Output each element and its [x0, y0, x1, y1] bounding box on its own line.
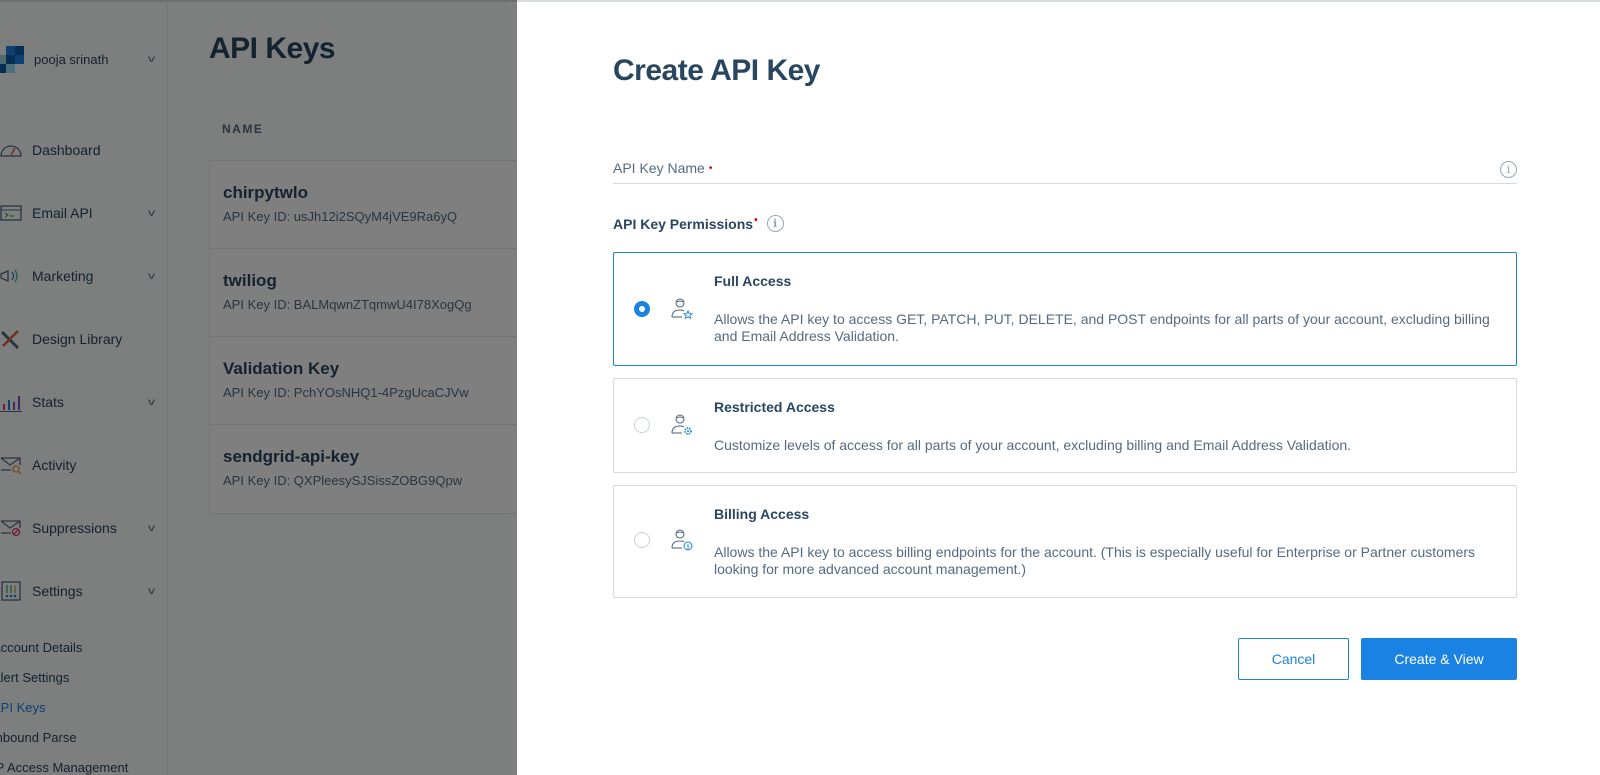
- api-key-name-field: API Key Name • i: [613, 152, 1517, 184]
- required-indicator: •: [754, 215, 758, 226]
- api-key-name-input[interactable]: [613, 152, 1483, 182]
- svg-text:$: $: [686, 544, 690, 551]
- option-title: Restricted Access: [714, 399, 835, 415]
- create-and-view-button[interactable]: Create & View: [1361, 638, 1517, 680]
- radio-billing-access[interactable]: [634, 532, 650, 548]
- radio-full-access[interactable]: [634, 301, 650, 317]
- option-description: Allows the API key to access billing end…: [714, 544, 1476, 577]
- user-gear-icon: [670, 413, 694, 437]
- cancel-button[interactable]: Cancel: [1238, 638, 1349, 680]
- user-dollar-icon: $: [670, 528, 694, 552]
- option-description: Customize levels of access for all parts…: [714, 437, 1352, 453]
- drawer-title: Create API Key: [613, 54, 820, 87]
- permissions-label: API Key Permissions • i: [613, 215, 784, 232]
- user-star-icon: [670, 297, 694, 321]
- permission-option-full-access[interactable]: Full Access Allows the API key to access…: [613, 252, 1517, 366]
- modal-backdrop[interactable]: [0, 0, 517, 775]
- app: pooja srinath v Dashboard Email API v: [0, 0, 1600, 775]
- permission-option-restricted-access[interactable]: Restricted Access Customize levels of ac…: [613, 378, 1517, 473]
- permission-option-billing-access[interactable]: $ Billing Access Allows the API key to a…: [613, 485, 1517, 598]
- permissions-label-text: API Key Permissions: [613, 215, 754, 232]
- info-icon[interactable]: i: [766, 215, 784, 232]
- create-api-key-drawer: Create API Key API Key Name • i API Key P…: [517, 2, 1600, 775]
- option-title: Full Access: [714, 273, 792, 289]
- option-title: Billing Access: [714, 506, 810, 522]
- option-description: Allows the API key to access GET, PATCH,…: [714, 311, 1490, 344]
- info-icon[interactable]: i: [1500, 161, 1517, 178]
- radio-restricted-access[interactable]: [634, 417, 650, 433]
